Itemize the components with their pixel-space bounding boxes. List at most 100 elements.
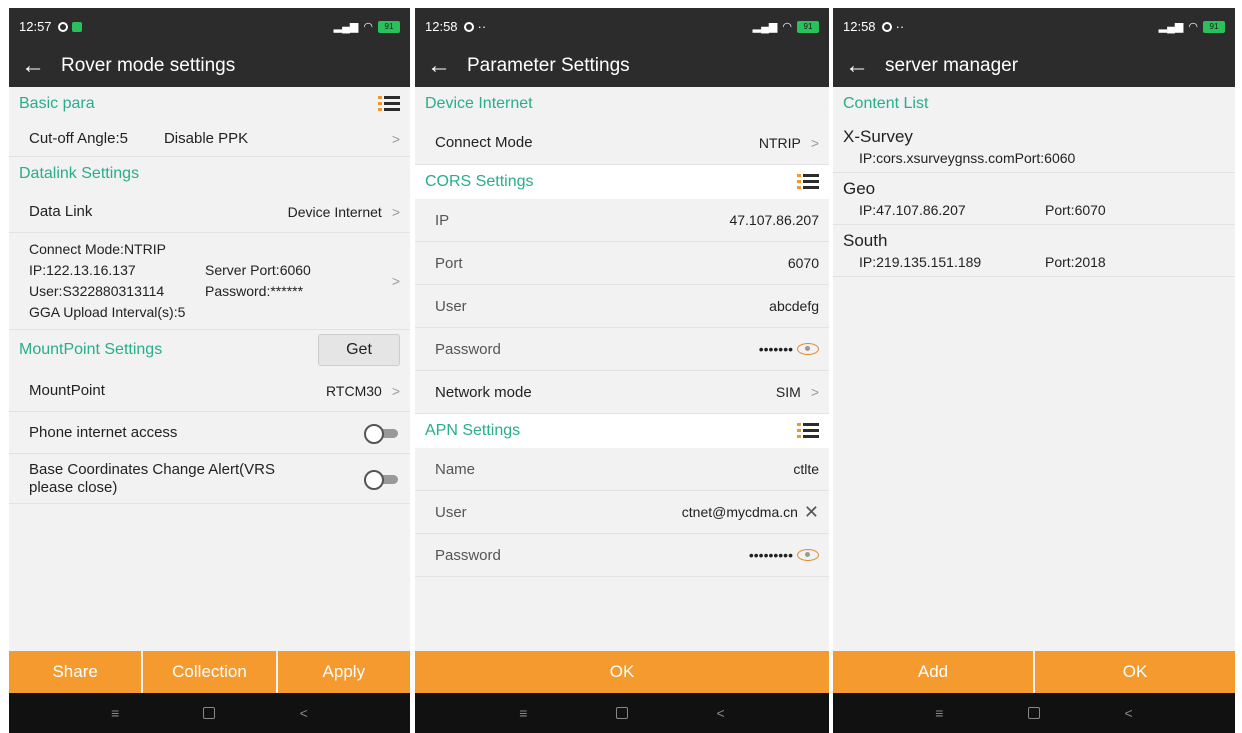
- disable-ppk: Disable PPK: [163, 130, 249, 147]
- apn-user-row[interactable]: User ctnet@mycdma.cn ✕: [415, 491, 829, 534]
- base-alert-row: Base Coordinates Change Alert(VRS please…: [9, 454, 410, 504]
- server-port: Port:6060: [1014, 150, 1076, 166]
- eye-icon[interactable]: [797, 343, 819, 355]
- signal-icon: ▂▄▆: [1158, 21, 1184, 33]
- menu-icon[interactable]: ≡: [935, 705, 943, 721]
- wifi-icon: ◠: [782, 21, 792, 33]
- list-icon[interactable]: [797, 173, 819, 191]
- section-title: Content List: [843, 95, 929, 112]
- apn-name-value: ctlte: [793, 461, 819, 477]
- parameter-settings-screen: 12:58 ·· ▂▄▆ ◠ 91 ← Parameter Settings D…: [415, 8, 829, 733]
- phone-internet-toggle[interactable]: [364, 423, 400, 444]
- page-title: Parameter Settings: [467, 55, 630, 76]
- mountpoint-row[interactable]: MountPoint RTCM30 >: [9, 370, 410, 412]
- ip-row[interactable]: IP 47.107.86.207: [415, 199, 829, 242]
- section-title: Device Internet: [425, 95, 533, 112]
- battery-icon: 91: [1203, 20, 1225, 33]
- menu-icon[interactable]: ≡: [519, 705, 527, 721]
- home-icon[interactable]: [615, 707, 628, 719]
- notification-icon: [463, 21, 474, 32]
- connect-mode-label: Connect Mode: [435, 134, 533, 151]
- server-ip: IP:219.135.151.189: [859, 254, 982, 270]
- ip-label: IP: [435, 211, 450, 229]
- back-icon[interactable]: <: [1125, 705, 1133, 721]
- more-notifications-icon: ··: [895, 19, 905, 34]
- home-icon[interactable]: [203, 707, 216, 719]
- page-title: server manager: [885, 55, 1019, 76]
- mountpoint-value: RTCM30: [326, 382, 382, 399]
- chevron-right-icon: >: [810, 134, 819, 151]
- apn-user-label: User: [435, 503, 467, 521]
- list-item[interactable]: X-Survey IP:cors.xsurveygnss.com Port:606…: [833, 121, 1235, 173]
- data-link-row[interactable]: Data Link Device Internet >: [9, 191, 410, 233]
- menu-icon[interactable]: ≡: [111, 705, 119, 721]
- home-icon[interactable]: [1027, 707, 1040, 719]
- back-arrow-icon[interactable]: ←: [427, 54, 451, 78]
- ip-value: 47.107.86.207: [729, 212, 819, 228]
- network-mode-row[interactable]: Network mode SIM >: [415, 371, 829, 414]
- port-label: Port: [435, 254, 463, 272]
- app-bar: ← server manager: [833, 45, 1235, 87]
- password-row[interactable]: Password •••••••: [415, 328, 829, 371]
- share-button[interactable]: Share: [9, 651, 142, 693]
- port-row[interactable]: Port 6070: [415, 242, 829, 285]
- back-icon[interactable]: <: [300, 705, 308, 721]
- apn-password-row[interactable]: Password •••••••••: [415, 534, 829, 577]
- section-title: Basic para: [19, 95, 95, 112]
- add-button[interactable]: Add: [833, 651, 1033, 693]
- connection-details[interactable]: Connect Mode:NTRIP IP:122.13.16.137 Serve…: [9, 233, 410, 330]
- wifi-icon: ◠: [363, 21, 373, 33]
- user-row[interactable]: User abcdefg: [415, 285, 829, 328]
- mountpoint-label: MountPoint: [29, 382, 105, 399]
- port-value: 6070: [787, 255, 819, 271]
- basic-para-row[interactable]: Cut-off Angle:5 Disable PPK >: [9, 121, 410, 157]
- page-title: Rover mode settings: [61, 55, 236, 76]
- back-arrow-icon[interactable]: ←: [845, 54, 869, 78]
- chevron-right-icon: >: [391, 130, 400, 147]
- base-alert-toggle[interactable]: [364, 469, 400, 490]
- app-bar: ← Rover mode settings: [9, 45, 410, 87]
- section-content-list: Content List: [833, 87, 1235, 121]
- server-ip: IP:cors.xsurveygnss.com: [859, 150, 1015, 166]
- status-icons: ▂▄▆ ◠ 91: [753, 20, 819, 33]
- phone-internet-label: Phone internet access: [29, 424, 178, 441]
- status-bar: 12:58 ·· ▂▄▆ ◠ 91: [415, 8, 829, 45]
- section-apn: APN Settings: [415, 414, 829, 448]
- network-mode-label: Network mode: [435, 383, 532, 401]
- list-icon[interactable]: [797, 422, 819, 440]
- gga-interval: GGA Upload Interval(s):5: [29, 304, 186, 320]
- list-icon[interactable]: [378, 95, 400, 113]
- data-link-label: Data Link: [29, 203, 93, 220]
- app-bar: ← Parameter Settings: [415, 45, 829, 87]
- section-mountpoint: MountPoint Settings Get: [9, 330, 410, 370]
- ok-button[interactable]: OK: [415, 651, 829, 693]
- collection-button[interactable]: Collection: [143, 651, 276, 693]
- list-item[interactable]: Geo IP:47.107.86.207 Port:6070: [833, 173, 1235, 225]
- notification-icon: [57, 21, 68, 32]
- section-basic-para: Basic para: [9, 87, 410, 121]
- bottom-button-bar: Share Collection Apply: [9, 651, 410, 693]
- system-nav-bar: ≡ <: [833, 693, 1235, 733]
- apn-name-row[interactable]: Name ctlte: [415, 448, 829, 491]
- status-icons: ▂▄▆ ◠ 91: [334, 20, 400, 33]
- apply-button[interactable]: Apply: [277, 651, 410, 693]
- get-button[interactable]: Get: [318, 334, 400, 366]
- signal-icon: ▂▄▆: [333, 21, 359, 33]
- system-nav-bar: ≡ <: [415, 693, 829, 733]
- list-item[interactable]: South IP:219.135.151.189 Port:2018: [833, 225, 1235, 277]
- connect-mode-row[interactable]: Connect Mode NTRIP >: [415, 121, 829, 165]
- section-cors: CORS Settings: [415, 165, 829, 199]
- eye-icon[interactable]: [797, 549, 819, 561]
- chevron-right-icon: >: [391, 203, 400, 220]
- back-icon[interactable]: <: [717, 705, 725, 721]
- server-name: South: [843, 231, 888, 250]
- server-manager-screen: 12:58 ·· ▂▄▆ ◠ 91 ← server manager Conte…: [833, 8, 1235, 733]
- apn-password-label: Password: [435, 546, 501, 564]
- base-alert-label: Base Coordinates Change Alert(VRS please…: [29, 460, 275, 496]
- server-ip: IP:47.107.86.207: [859, 202, 966, 218]
- clear-icon[interactable]: ✕: [804, 502, 819, 523]
- app-notification-icon: [71, 21, 82, 32]
- connect-mode-value: NTRIP: [758, 134, 801, 151]
- back-arrow-icon[interactable]: ←: [21, 54, 45, 78]
- ok-button[interactable]: OK: [1035, 651, 1235, 693]
